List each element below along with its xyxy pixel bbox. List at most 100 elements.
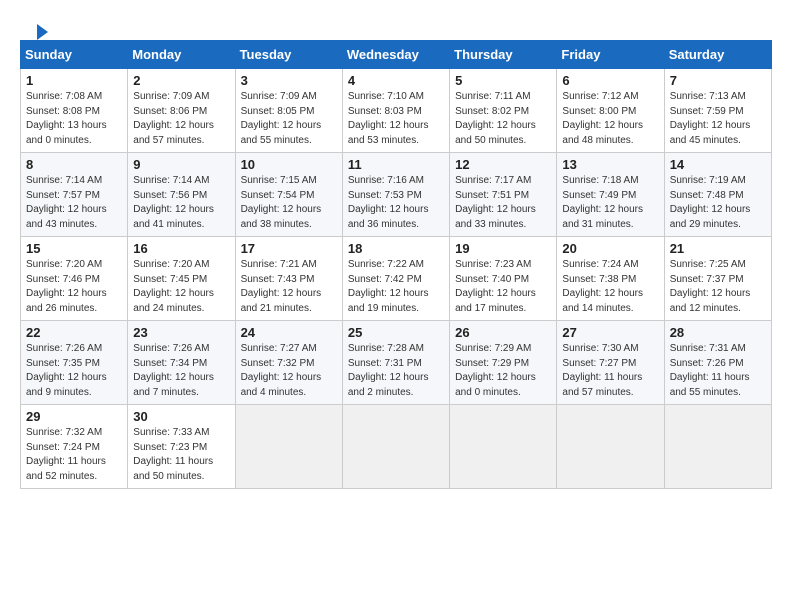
daylight-text: Daylight: 12 hours and 43 minutes. bbox=[26, 204, 107, 230]
sunset-text: Sunset: 7:37 PM bbox=[670, 274, 744, 285]
day-number: 8 bbox=[26, 157, 122, 172]
calendar-week-row: 8 Sunrise: 7:14 AM Sunset: 7:57 PM Dayli… bbox=[21, 153, 772, 237]
calendar-cell bbox=[235, 405, 342, 489]
calendar-cell: 28 Sunrise: 7:31 AM Sunset: 7:26 PM Dayl… bbox=[664, 321, 771, 405]
day-info: Sunrise: 7:26 AM Sunset: 7:35 PM Dayligh… bbox=[26, 342, 122, 400]
sunset-text: Sunset: 7:24 PM bbox=[26, 442, 100, 453]
sunset-text: Sunset: 8:03 PM bbox=[348, 106, 422, 117]
column-header-thursday: Thursday bbox=[450, 41, 557, 69]
day-info: Sunrise: 7:14 AM Sunset: 7:56 PM Dayligh… bbox=[133, 174, 229, 232]
column-header-wednesday: Wednesday bbox=[342, 41, 449, 69]
sunset-text: Sunset: 7:34 PM bbox=[133, 358, 207, 369]
calendar-cell: 17 Sunrise: 7:21 AM Sunset: 7:43 PM Dayl… bbox=[235, 237, 342, 321]
day-number: 24 bbox=[241, 325, 337, 340]
sunrise-text: Sunrise: 7:14 AM bbox=[26, 175, 102, 186]
sunrise-text: Sunrise: 7:10 AM bbox=[348, 91, 424, 102]
day-info: Sunrise: 7:09 AM Sunset: 8:06 PM Dayligh… bbox=[133, 90, 229, 148]
day-info: Sunrise: 7:16 AM Sunset: 7:53 PM Dayligh… bbox=[348, 174, 444, 232]
sunrise-text: Sunrise: 7:30 AM bbox=[562, 343, 638, 354]
sunrise-text: Sunrise: 7:09 AM bbox=[241, 91, 317, 102]
day-number: 30 bbox=[133, 409, 229, 424]
sunrise-text: Sunrise: 7:23 AM bbox=[455, 259, 531, 270]
day-info: Sunrise: 7:22 AM Sunset: 7:42 PM Dayligh… bbox=[348, 258, 444, 316]
calendar-cell: 14 Sunrise: 7:19 AM Sunset: 7:48 PM Dayl… bbox=[664, 153, 771, 237]
sunset-text: Sunset: 7:38 PM bbox=[562, 274, 636, 285]
daylight-text: Daylight: 12 hours and 4 minutes. bbox=[241, 372, 322, 398]
daylight-text: Daylight: 12 hours and 12 minutes. bbox=[670, 288, 751, 314]
calendar-cell: 20 Sunrise: 7:24 AM Sunset: 7:38 PM Dayl… bbox=[557, 237, 664, 321]
sunrise-text: Sunrise: 7:32 AM bbox=[26, 427, 102, 438]
day-number: 18 bbox=[348, 241, 444, 256]
day-number: 11 bbox=[348, 157, 444, 172]
calendar-cell: 19 Sunrise: 7:23 AM Sunset: 7:40 PM Dayl… bbox=[450, 237, 557, 321]
sunrise-text: Sunrise: 7:09 AM bbox=[133, 91, 209, 102]
calendar-cell: 8 Sunrise: 7:14 AM Sunset: 7:57 PM Dayli… bbox=[21, 153, 128, 237]
calendar-week-row: 15 Sunrise: 7:20 AM Sunset: 7:46 PM Dayl… bbox=[21, 237, 772, 321]
sunrise-text: Sunrise: 7:27 AM bbox=[241, 343, 317, 354]
sunrise-text: Sunrise: 7:17 AM bbox=[455, 175, 531, 186]
day-info: Sunrise: 7:27 AM Sunset: 7:32 PM Dayligh… bbox=[241, 342, 337, 400]
daylight-text: Daylight: 12 hours and 36 minutes. bbox=[348, 204, 429, 230]
sunset-text: Sunset: 7:48 PM bbox=[670, 190, 744, 201]
sunset-text: Sunset: 8:06 PM bbox=[133, 106, 207, 117]
calendar-cell: 13 Sunrise: 7:18 AM Sunset: 7:49 PM Dayl… bbox=[557, 153, 664, 237]
column-header-friday: Friday bbox=[557, 41, 664, 69]
calendar-cell: 2 Sunrise: 7:09 AM Sunset: 8:06 PM Dayli… bbox=[128, 69, 235, 153]
day-info: Sunrise: 7:30 AM Sunset: 7:27 PM Dayligh… bbox=[562, 342, 658, 400]
daylight-text: Daylight: 12 hours and 21 minutes. bbox=[241, 288, 322, 314]
day-number: 14 bbox=[670, 157, 766, 172]
calendar-week-row: 29 Sunrise: 7:32 AM Sunset: 7:24 PM Dayl… bbox=[21, 405, 772, 489]
calendar-table: SundayMondayTuesdayWednesdayThursdayFrid… bbox=[20, 40, 772, 489]
sunrise-text: Sunrise: 7:15 AM bbox=[241, 175, 317, 186]
sunrise-text: Sunrise: 7:24 AM bbox=[562, 259, 638, 270]
day-number: 3 bbox=[241, 73, 337, 88]
day-info: Sunrise: 7:09 AM Sunset: 8:05 PM Dayligh… bbox=[241, 90, 337, 148]
sunset-text: Sunset: 7:57 PM bbox=[26, 190, 100, 201]
daylight-text: Daylight: 11 hours and 50 minutes. bbox=[133, 456, 213, 482]
day-info: Sunrise: 7:19 AM Sunset: 7:48 PM Dayligh… bbox=[670, 174, 766, 232]
sunrise-text: Sunrise: 7:29 AM bbox=[455, 343, 531, 354]
daylight-text: Daylight: 11 hours and 57 minutes. bbox=[562, 372, 642, 398]
sunset-text: Sunset: 7:40 PM bbox=[455, 274, 529, 285]
sunrise-text: Sunrise: 7:13 AM bbox=[670, 91, 746, 102]
sunset-text: Sunset: 7:46 PM bbox=[26, 274, 100, 285]
day-number: 7 bbox=[670, 73, 766, 88]
sunset-text: Sunset: 7:29 PM bbox=[455, 358, 529, 369]
day-number: 25 bbox=[348, 325, 444, 340]
sunset-text: Sunset: 8:05 PM bbox=[241, 106, 315, 117]
sunset-text: Sunset: 7:49 PM bbox=[562, 190, 636, 201]
calendar-cell bbox=[664, 405, 771, 489]
sunset-text: Sunset: 7:42 PM bbox=[348, 274, 422, 285]
calendar-week-row: 22 Sunrise: 7:26 AM Sunset: 7:35 PM Dayl… bbox=[21, 321, 772, 405]
sunrise-text: Sunrise: 7:26 AM bbox=[26, 343, 102, 354]
calendar-cell: 6 Sunrise: 7:12 AM Sunset: 8:00 PM Dayli… bbox=[557, 69, 664, 153]
calendar-cell bbox=[450, 405, 557, 489]
day-number: 21 bbox=[670, 241, 766, 256]
calendar-cell: 29 Sunrise: 7:32 AM Sunset: 7:24 PM Dayl… bbox=[21, 405, 128, 489]
sunset-text: Sunset: 8:00 PM bbox=[562, 106, 636, 117]
day-number: 20 bbox=[562, 241, 658, 256]
sunrise-text: Sunrise: 7:20 AM bbox=[133, 259, 209, 270]
daylight-text: Daylight: 12 hours and 33 minutes. bbox=[455, 204, 536, 230]
daylight-text: Daylight: 12 hours and 2 minutes. bbox=[348, 372, 429, 398]
day-number: 5 bbox=[455, 73, 551, 88]
sunrise-text: Sunrise: 7:26 AM bbox=[133, 343, 209, 354]
day-info: Sunrise: 7:23 AM Sunset: 7:40 PM Dayligh… bbox=[455, 258, 551, 316]
calendar-cell: 27 Sunrise: 7:30 AM Sunset: 7:27 PM Dayl… bbox=[557, 321, 664, 405]
sunrise-text: Sunrise: 7:28 AM bbox=[348, 343, 424, 354]
sunset-text: Sunset: 7:56 PM bbox=[133, 190, 207, 201]
calendar-cell bbox=[557, 405, 664, 489]
calendar-cell: 16 Sunrise: 7:20 AM Sunset: 7:45 PM Dayl… bbox=[128, 237, 235, 321]
sunset-text: Sunset: 7:59 PM bbox=[670, 106, 744, 117]
daylight-text: Daylight: 12 hours and 7 minutes. bbox=[133, 372, 214, 398]
sunrise-text: Sunrise: 7:25 AM bbox=[670, 259, 746, 270]
day-info: Sunrise: 7:12 AM Sunset: 8:00 PM Dayligh… bbox=[562, 90, 658, 148]
calendar-cell bbox=[342, 405, 449, 489]
day-number: 17 bbox=[241, 241, 337, 256]
calendar-cell: 5 Sunrise: 7:11 AM Sunset: 8:02 PM Dayli… bbox=[450, 69, 557, 153]
daylight-text: Daylight: 12 hours and 50 minutes. bbox=[455, 120, 536, 146]
sunset-text: Sunset: 7:35 PM bbox=[26, 358, 100, 369]
day-number: 15 bbox=[26, 241, 122, 256]
daylight-text: Daylight: 12 hours and 48 minutes. bbox=[562, 120, 643, 146]
calendar-cell: 24 Sunrise: 7:27 AM Sunset: 7:32 PM Dayl… bbox=[235, 321, 342, 405]
